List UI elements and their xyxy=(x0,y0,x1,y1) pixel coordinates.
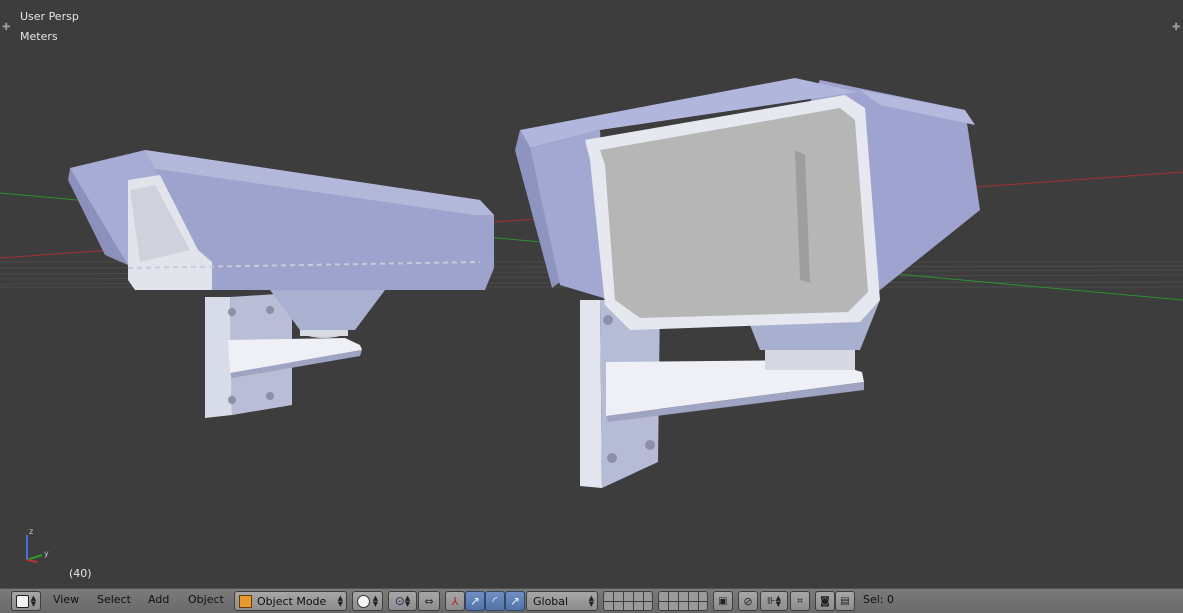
menu-view[interactable]: View xyxy=(53,593,79,606)
proportional-editing-button[interactable]: ⊘ xyxy=(738,591,758,611)
translate-arrow-icon: ↗ xyxy=(469,594,481,608)
center-points-icon: ⇔ xyxy=(424,594,434,608)
viewport-shading-select[interactable]: ▲ ▼ xyxy=(352,591,383,611)
frame-label: (40) xyxy=(69,567,92,580)
rotate-manipulator-button[interactable]: ◜ xyxy=(485,591,505,611)
snap-magnet-icon: ⌗ xyxy=(797,595,803,607)
menu-object[interactable]: Object xyxy=(188,593,224,606)
layers-grid-b[interactable] xyxy=(658,591,708,611)
3d-viewport[interactable]: z y User Persp Meters (40) ✚ ✚ xyxy=(0,0,1183,588)
region-toggle-left-icon[interactable]: ✚ xyxy=(2,23,10,33)
snap-dropdown-icon: ▲ ▼ xyxy=(775,594,782,608)
snap-element-select[interactable]: ⊪ ▲ ▼ xyxy=(760,591,788,611)
transform-orientation-select[interactable]: Global ▲ ▼ xyxy=(526,591,598,611)
editor-type-button[interactable]: ▲ ▼ xyxy=(11,591,41,611)
units-label: Meters xyxy=(20,30,58,43)
selection-status: Sel: 0 xyxy=(863,593,895,606)
transform-orientation-label: Global xyxy=(533,594,569,608)
orientation-dropdown-icon: ▲ ▼ xyxy=(588,594,594,608)
shading-dropdown-icon: ▲ ▼ xyxy=(372,594,379,608)
opengl-render-button[interactable]: ◙ xyxy=(815,591,835,611)
layers-grid-a-divider xyxy=(604,601,652,602)
pivot-point-select[interactable]: ⊙ ▲ ▼ xyxy=(388,591,417,611)
layers-grid-a[interactable] xyxy=(603,591,653,611)
snap-increment-icon: ⊪ xyxy=(766,595,776,607)
camera-right[interactable] xyxy=(515,78,980,488)
rotate-arc-icon: ◜ xyxy=(492,594,498,608)
scale-arrow-icon: ↗ xyxy=(509,594,521,608)
region-toggle-right-icon[interactable]: ✚ xyxy=(1172,23,1180,33)
viewport-header: ▲ ▼ View Select Add Object Object Mode ▲ ▼… xyxy=(0,588,1183,613)
pivot-dropdown-icon: ▲ ▼ xyxy=(404,594,411,608)
opengl-animation-button[interactable]: ▤ xyxy=(835,591,855,611)
mode-label: Object Mode xyxy=(257,594,327,608)
gizmo-y-label: y xyxy=(44,549,49,558)
view-name-label: User Persp xyxy=(20,10,79,23)
manipulator-toggle-button[interactable]: ⅄ xyxy=(445,591,465,611)
scale-manipulator-button[interactable]: ↗ xyxy=(505,591,525,611)
camera-render-icon: ◙ xyxy=(820,595,830,607)
mode-select[interactable]: Object Mode ▲ ▼ xyxy=(234,591,347,611)
mode-dropdown-icon: ▲ ▼ xyxy=(337,594,343,608)
camera-left[interactable] xyxy=(68,150,494,418)
lock-layers-button[interactable]: ▣ xyxy=(713,591,733,611)
snap-toggle-button[interactable]: ⌗ xyxy=(790,591,810,611)
object-mode-icon xyxy=(239,594,252,608)
proportional-edit-icon: ⊘ xyxy=(743,594,753,608)
layers-grid-b-divider xyxy=(659,601,707,602)
axis-gizmo: z y xyxy=(26,527,49,563)
cube-icon xyxy=(15,594,29,608)
solid-sphere-icon xyxy=(356,594,370,608)
pivot-icon: ⊙ xyxy=(394,594,405,608)
clapper-icon: ▤ xyxy=(840,595,850,607)
gizmo-z-label: z xyxy=(29,527,33,536)
updown-arrows-icon: ▲ ▼ xyxy=(30,594,37,608)
manipulator-icon: ⅄ xyxy=(451,594,459,608)
translate-manipulator-button[interactable]: ↗ xyxy=(465,591,485,611)
menu-select[interactable]: Select xyxy=(97,593,131,606)
manipulate-center-button[interactable]: ⇔ xyxy=(418,591,440,611)
scene-canvas[interactable]: z y xyxy=(0,0,1183,588)
lock-icon: ▣ xyxy=(718,595,728,607)
menu-add[interactable]: Add xyxy=(148,593,169,606)
